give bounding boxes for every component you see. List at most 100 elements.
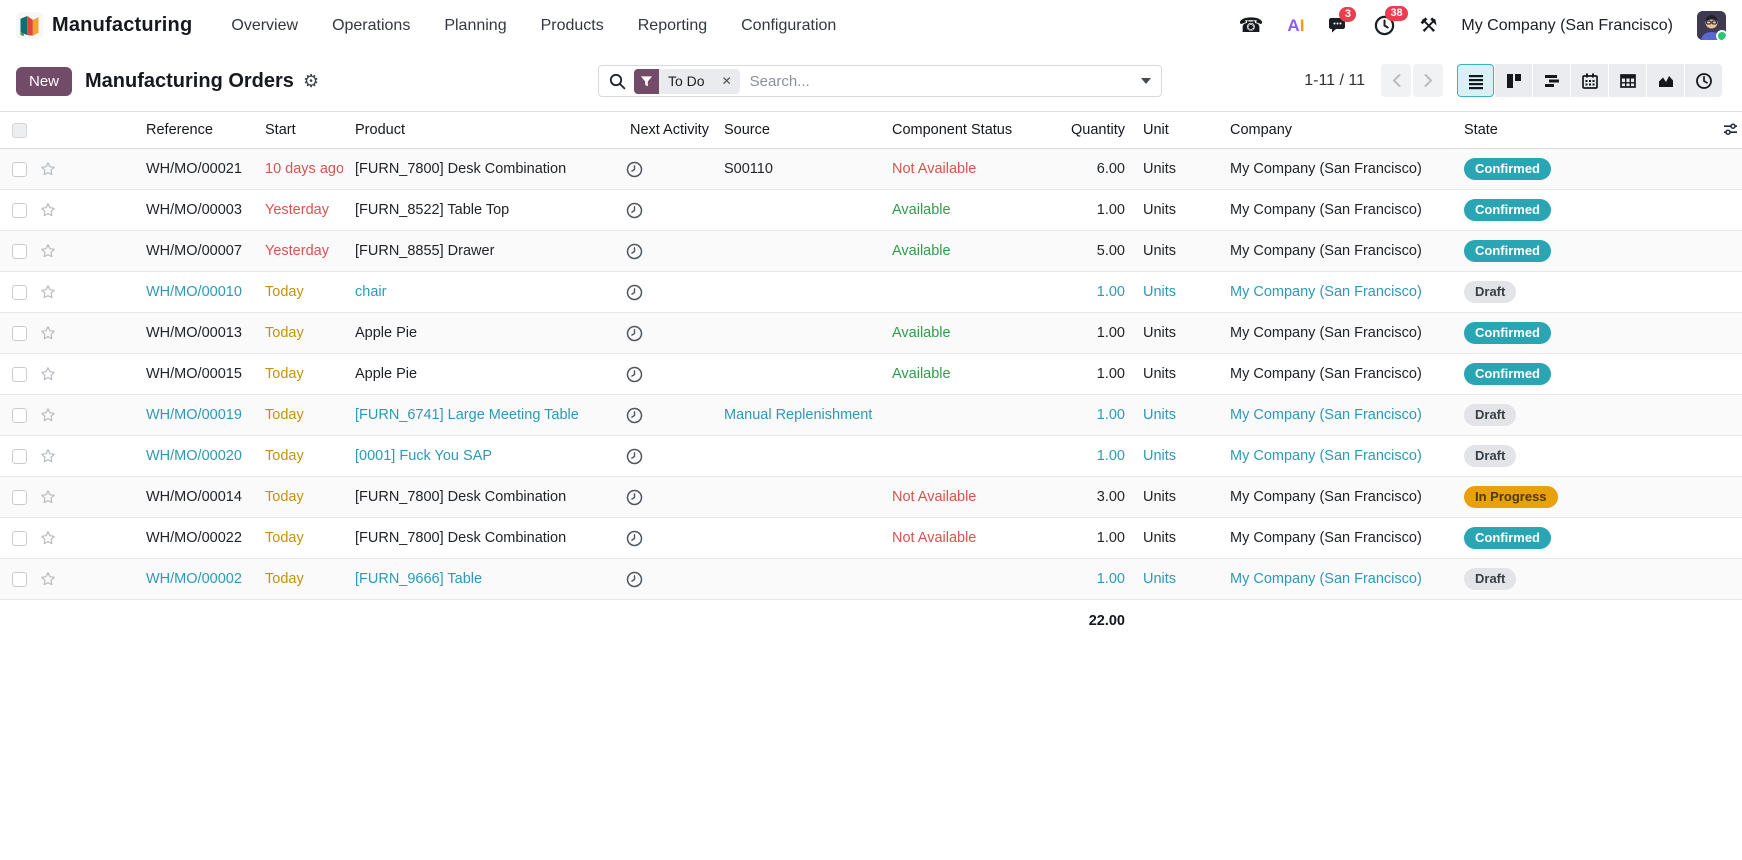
row-checkbox[interactable]: [12, 489, 27, 505]
table-row[interactable]: WH/MO/00020 Today [0001] Fuck You SAP 1.…: [0, 436, 1742, 477]
star-icon[interactable]: [40, 530, 56, 546]
column-header-source[interactable]: Source: [712, 122, 880, 138]
column-header-product[interactable]: Product: [343, 122, 618, 138]
view-switch-pivot[interactable]: [1609, 64, 1646, 97]
activities-button[interactable]: 38: [1374, 6, 1408, 36]
view-switch-list[interactable]: [1457, 64, 1494, 97]
table-row[interactable]: WH/MO/00002 Today [FURN_9666] Table 1.00…: [0, 559, 1742, 600]
row-favorite-cell[interactable]: [32, 489, 134, 505]
table-row[interactable]: WH/MO/00010 Today chair 1.00 Units My Co…: [0, 272, 1742, 313]
row-favorite-cell[interactable]: [32, 407, 134, 423]
next-activity-button[interactable]: [618, 489, 712, 506]
menu-item-configuration[interactable]: Configuration: [728, 9, 849, 43]
optional-columns-toggle[interactable]: [1723, 122, 1738, 141]
voip-button[interactable]: ☎: [1239, 16, 1264, 36]
row-favorite-cell[interactable]: [32, 284, 134, 300]
view-switch-gantt[interactable]: [1533, 64, 1570, 97]
menu-item-overview[interactable]: Overview: [218, 9, 311, 43]
menu-item-reporting[interactable]: Reporting: [625, 9, 720, 43]
row-checkbox[interactable]: [12, 161, 27, 177]
next-activity-button[interactable]: [618, 530, 712, 547]
row-favorite-cell[interactable]: [32, 530, 134, 546]
table-row[interactable]: WH/MO/00003 Yesterday [FURN_8522] Table …: [0, 190, 1742, 231]
view-switch-graph[interactable]: [1647, 64, 1684, 97]
row-favorite-cell[interactable]: [32, 202, 134, 218]
row-checkbox[interactable]: [12, 366, 27, 382]
select-all-checkbox[interactable]: [12, 122, 27, 138]
next-activity-button[interactable]: [618, 325, 712, 342]
app-name[interactable]: Manufacturing: [52, 14, 192, 37]
next-activity-button[interactable]: [618, 366, 712, 383]
column-header-component-status[interactable]: Component Status: [880, 122, 1056, 138]
next-activity-button[interactable]: [618, 407, 712, 424]
action-gear-icon[interactable]: ⚙: [303, 72, 319, 90]
star-icon[interactable]: [40, 202, 56, 218]
row-checkbox[interactable]: [12, 202, 27, 218]
star-icon[interactable]: [40, 284, 56, 300]
row-select-cell[interactable]: [0, 243, 32, 259]
next-activity-button[interactable]: [618, 571, 712, 588]
row-select-cell[interactable]: [0, 366, 32, 382]
menu-item-operations[interactable]: Operations: [319, 9, 423, 43]
column-header-unit[interactable]: Unit: [1131, 122, 1218, 138]
facet-remove-icon[interactable]: ✕: [714, 69, 740, 94]
star-icon[interactable]: [40, 325, 56, 341]
view-switch-calendar[interactable]: [1571, 64, 1608, 97]
row-checkbox[interactable]: [12, 407, 27, 423]
row-checkbox[interactable]: [12, 325, 27, 341]
row-favorite-cell[interactable]: [32, 448, 134, 464]
next-activity-button[interactable]: [618, 448, 712, 465]
table-row[interactable]: WH/MO/00021 10 days ago [FURN_7800] Desk…: [0, 149, 1742, 190]
row-select-cell[interactable]: [0, 407, 32, 423]
row-favorite-cell[interactable]: [32, 366, 134, 382]
row-select-cell[interactable]: [0, 161, 32, 177]
debug-tools-button[interactable]: ⚒: [1419, 16, 1437, 36]
star-icon[interactable]: [40, 161, 56, 177]
pager-previous-button[interactable]: [1381, 64, 1411, 97]
column-header-reference[interactable]: Reference: [134, 122, 253, 138]
search-dropdown-caret[interactable]: [1141, 78, 1151, 84]
star-icon[interactable]: [40, 571, 56, 587]
row-favorite-cell[interactable]: [32, 161, 134, 177]
star-icon[interactable]: [40, 489, 56, 505]
row-favorite-cell[interactable]: [32, 571, 134, 587]
row-checkbox[interactable]: [12, 530, 27, 546]
column-header-start[interactable]: Start: [253, 122, 343, 138]
row-select-cell[interactable]: [0, 325, 32, 341]
search-input[interactable]: [749, 72, 1133, 90]
user-avatar[interactable]: [1697, 11, 1726, 40]
next-activity-button[interactable]: [618, 161, 712, 178]
view-switch-activity[interactable]: [1685, 64, 1722, 97]
row-select-cell[interactable]: [0, 489, 32, 505]
row-checkbox[interactable]: [12, 448, 27, 464]
column-header-quantity[interactable]: Quantity: [1056, 122, 1131, 138]
star-icon[interactable]: [40, 243, 56, 259]
table-row[interactable]: WH/MO/00013 Today Apple Pie Available 1.…: [0, 313, 1742, 354]
row-checkbox[interactable]: [12, 284, 27, 300]
row-checkbox[interactable]: [12, 243, 27, 259]
column-header-state[interactable]: State: [1452, 122, 1742, 138]
messages-button[interactable]: 3: [1328, 6, 1357, 36]
view-switch-kanban[interactable]: [1495, 64, 1532, 97]
row-select-cell[interactable]: [0, 571, 32, 587]
column-header-next-activity[interactable]: Next Activity: [618, 122, 712, 138]
table-row[interactable]: WH/MO/00007 Yesterday [FURN_8855] Drawer…: [0, 231, 1742, 272]
app-brand[interactable]: Manufacturing: [16, 12, 192, 39]
row-favorite-cell[interactable]: [32, 325, 134, 341]
ai-button[interactable]: AI: [1287, 16, 1304, 36]
column-header-company[interactable]: Company: [1218, 122, 1452, 138]
new-button[interactable]: New: [16, 66, 73, 96]
select-all-cell[interactable]: [0, 122, 32, 138]
search-facet-todo[interactable]: To Do ✕: [634, 68, 740, 94]
next-activity-button[interactable]: [618, 202, 712, 219]
company-selector[interactable]: My Company (San Francisco): [1461, 17, 1673, 35]
row-favorite-cell[interactable]: [32, 243, 134, 259]
row-checkbox[interactable]: [12, 571, 27, 587]
search-bar[interactable]: To Do ✕: [598, 65, 1162, 97]
table-row[interactable]: WH/MO/00015 Today Apple Pie Available 1.…: [0, 354, 1742, 395]
pager-next-button[interactable]: [1413, 64, 1443, 97]
next-activity-button[interactable]: [618, 284, 712, 301]
table-row[interactable]: WH/MO/00019 Today [FURN_6741] Large Meet…: [0, 395, 1742, 436]
next-activity-button[interactable]: [618, 243, 712, 260]
star-icon[interactable]: [40, 448, 56, 464]
